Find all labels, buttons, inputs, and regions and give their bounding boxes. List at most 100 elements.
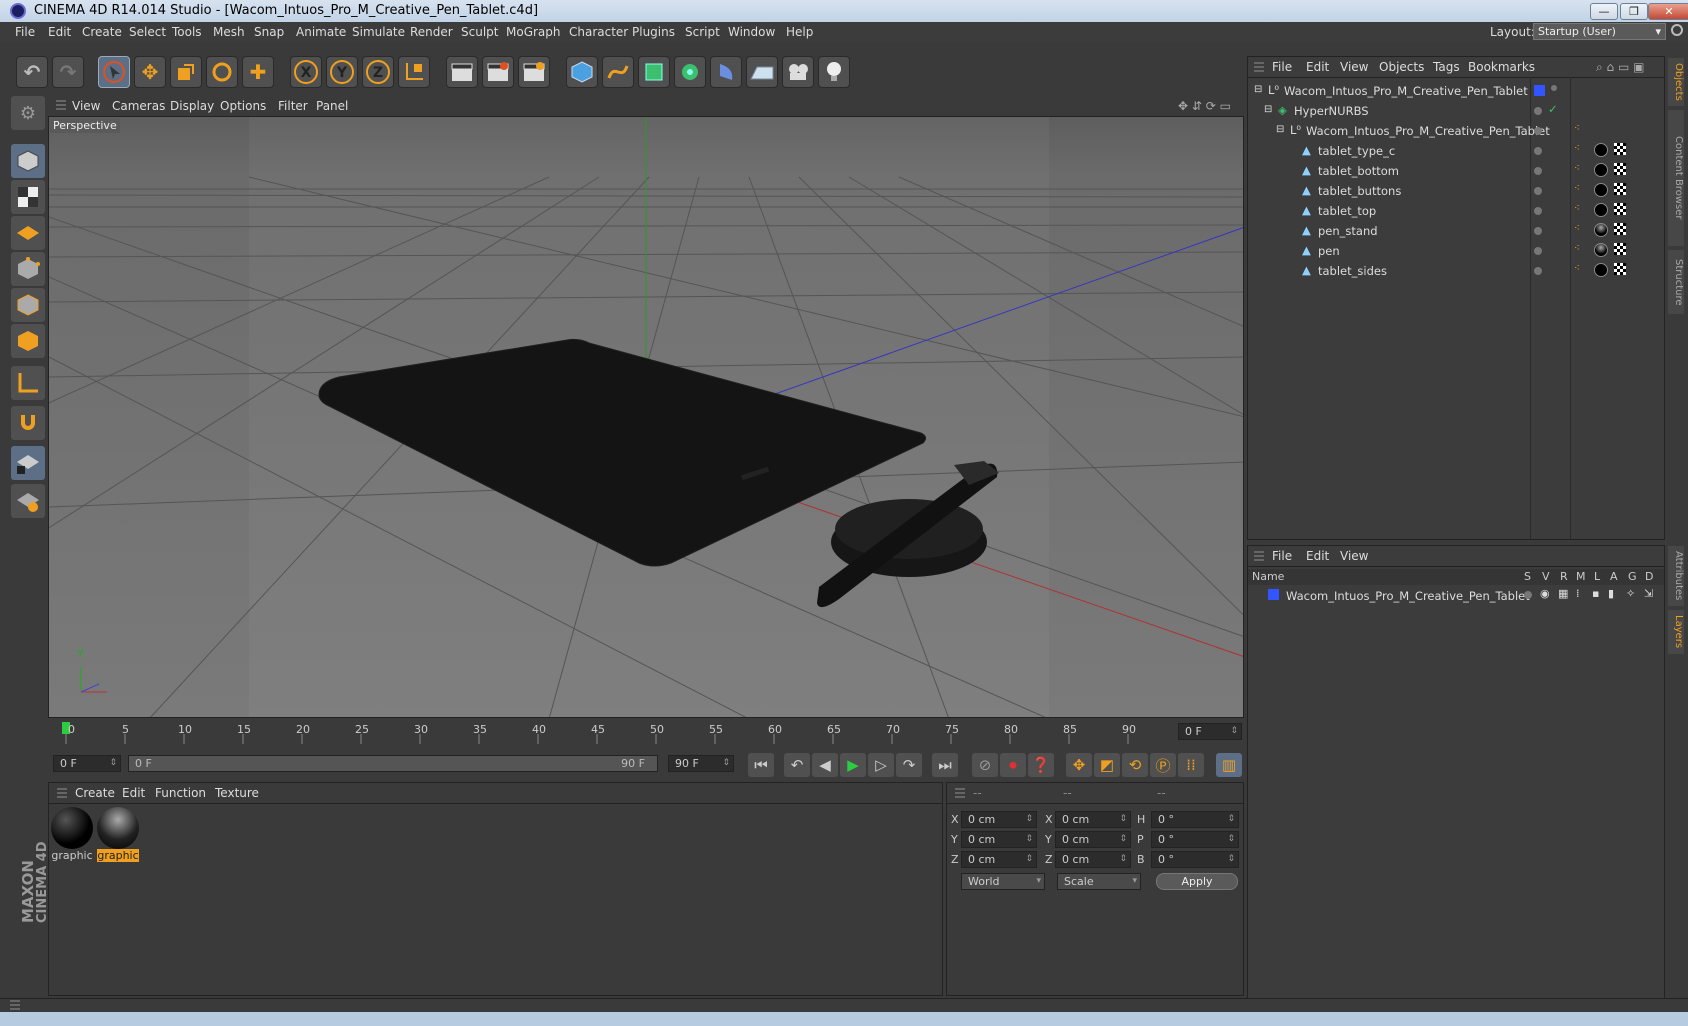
prev-key-button[interactable]: ↶: [784, 753, 810, 777]
goto-start-button[interactable]: ⏮: [748, 753, 774, 777]
material-tag-icon[interactable]: [1594, 263, 1608, 277]
rotation-p-field[interactable]: 0 ° ⇕: [1151, 831, 1239, 848]
visibility-dots[interactable]: [1534, 247, 1542, 255]
column-animation[interactable]: A: [1610, 570, 1618, 583]
phong-tag-icon[interactable]: ⁖: [1574, 223, 1580, 234]
phong-tag-icon[interactable]: ⁖: [1574, 203, 1580, 214]
position-y-field[interactable]: 0 cm ⇕: [961, 831, 1037, 848]
menu-mesh[interactable]: Mesh: [213, 25, 245, 39]
layer-menu-edit[interactable]: Edit: [1306, 549, 1329, 563]
undo-button[interactable]: ↶: [16, 56, 48, 88]
menu-plugins[interactable]: Plugins: [632, 25, 675, 39]
locked-workplane-button[interactable]: [11, 446, 45, 480]
next-frame-button[interactable]: ▷: [868, 753, 894, 777]
deformer-button[interactable]: [710, 56, 742, 88]
column-render[interactable]: R: [1560, 570, 1568, 583]
close-button[interactable]: ✕: [1648, 3, 1688, 20]
panel-grip[interactable]: [955, 788, 965, 800]
planar-workplane-button[interactable]: [11, 484, 45, 518]
visibility-dots[interactable]: [1534, 187, 1542, 195]
layout-select[interactable]: Startup (User) ▾: [1533, 23, 1666, 40]
object-row[interactable]: ⊟ L⁰ Wacom_Intuos_Pro_M_Creative_Pen_Tab…: [1248, 81, 1666, 101]
phong-tag-icon[interactable]: ⁖: [1574, 163, 1580, 174]
start-frame-field[interactable]: 0 F ⇕: [53, 755, 121, 772]
object-menu-file[interactable]: File: [1272, 60, 1292, 74]
panel-grip[interactable]: [57, 788, 67, 800]
material-menu-texture[interactable]: Texture: [215, 786, 259, 800]
column-manager[interactable]: M: [1576, 570, 1586, 583]
material-tag-icon[interactable]: [1594, 163, 1608, 177]
goto-end-button[interactable]: ⏭: [932, 753, 958, 777]
menu-edit[interactable]: Edit: [48, 25, 71, 39]
camera-button[interactable]: [782, 56, 814, 88]
menu-window[interactable]: Window: [728, 25, 775, 39]
record-keys-button[interactable]: ⊘: [972, 753, 998, 777]
viewport-menu-cameras[interactable]: Cameras: [112, 99, 165, 113]
viewport-menu-display[interactable]: Display: [170, 99, 214, 113]
layer-menu-view[interactable]: View: [1340, 549, 1368, 563]
uvw-tag-icon[interactable]: [1614, 263, 1626, 275]
key-scale-button[interactable]: ◩: [1094, 753, 1120, 777]
live-selection-button[interactable]: [98, 56, 130, 88]
material-swatch-selected[interactable]: graphic: [97, 807, 139, 867]
x-axis-button[interactable]: X: [290, 56, 322, 88]
key-pla-button[interactable]: ⁞⁞: [1178, 753, 1204, 777]
material-tag-icon[interactable]: [1594, 143, 1608, 157]
object-row[interactable]: ▲ pen_stand ⁖: [1248, 221, 1666, 241]
checkmark-icon[interactable]: ✓: [1548, 102, 1558, 116]
phong-tag-icon[interactable]: ⁖: [1574, 143, 1580, 154]
material-menu-create[interactable]: Create: [75, 786, 115, 800]
collapse-icon[interactable]: ⊟: [1254, 84, 1262, 95]
maximize-button[interactable]: ❐: [1620, 3, 1648, 20]
generator-icon[interactable]: ✧: [1626, 587, 1635, 600]
viewport-menu-filter[interactable]: Filter: [278, 99, 308, 113]
end-frame-field[interactable]: 90 F ⇕: [668, 755, 734, 772]
redo-button[interactable]: ↷: [52, 56, 84, 88]
play-button[interactable]: ▶: [840, 753, 866, 777]
position-z-field[interactable]: 0 cm ⇕: [961, 851, 1037, 868]
object-row[interactable]: ▲ pen ⁖: [1248, 241, 1666, 261]
object-menu-edit[interactable]: Edit: [1306, 60, 1329, 74]
points-mode-button[interactable]: [11, 252, 45, 286]
menu-mograph[interactable]: MoGraph: [506, 25, 561, 39]
tab-objects[interactable]: Objects: [1668, 58, 1684, 106]
uvw-tag-icon[interactable]: [1614, 143, 1626, 155]
floor-button[interactable]: [746, 56, 778, 88]
visibility-dots[interactable]: [1534, 207, 1542, 215]
visibility-dots[interactable]: [1534, 127, 1542, 135]
rotation-h-field[interactable]: 0 ° ⇕: [1151, 811, 1239, 828]
material-tag-icon[interactable]: [1594, 203, 1608, 217]
menu-tools[interactable]: Tools: [172, 25, 202, 39]
spline-button[interactable]: [602, 56, 634, 88]
menu-snap[interactable]: Snap: [254, 25, 284, 39]
menu-sculpt[interactable]: Sculpt: [461, 25, 498, 39]
manager-icon[interactable]: ⁞: [1576, 587, 1580, 600]
panel-grip[interactable]: [1254, 551, 1264, 563]
z-axis-button[interactable]: Z: [362, 56, 394, 88]
move-button[interactable]: ✥: [134, 56, 166, 88]
object-menu-tags[interactable]: Tags: [1433, 60, 1460, 74]
workplane-mode-button[interactable]: [11, 216, 45, 250]
phong-tag-icon[interactable]: ⁖: [1574, 243, 1580, 254]
solo-toggle-icon[interactable]: [1524, 591, 1532, 599]
viewport-menu-panel[interactable]: Panel: [316, 99, 348, 113]
column-visible[interactable]: V: [1542, 570, 1550, 583]
object-row[interactable]: ▲ tablet_top ⁖: [1248, 201, 1666, 221]
timeline-ruler[interactable]: 0 5 10 15 20 25 30 35 40 45 50 55 60 65 …: [48, 720, 1244, 746]
uvw-tag-icon[interactable]: [1614, 163, 1626, 175]
collapse-icon[interactable]: ⊟: [1264, 104, 1272, 115]
search-icon[interactable]: [1671, 24, 1683, 36]
phong-tag-icon[interactable]: ⁖: [1574, 263, 1580, 274]
deformer-icon[interactable]: ⇲: [1644, 587, 1653, 600]
object-menu-objects[interactable]: Objects: [1379, 60, 1424, 74]
menu-character[interactable]: Character: [569, 25, 628, 39]
coordinate-system-button[interactable]: [398, 56, 430, 88]
layer-color-swatch[interactable]: [1268, 589, 1279, 600]
keyframe-selection-button[interactable]: ❓: [1028, 753, 1054, 777]
uvw-tag-icon[interactable]: [1614, 203, 1626, 215]
uvw-tag-icon[interactable]: [1614, 243, 1626, 255]
size-x-field[interactable]: 0 cm ⇕: [1055, 811, 1131, 828]
column-generators[interactable]: G: [1628, 570, 1637, 583]
menu-help[interactable]: Help: [786, 25, 813, 39]
next-key-button[interactable]: ↷: [896, 753, 922, 777]
